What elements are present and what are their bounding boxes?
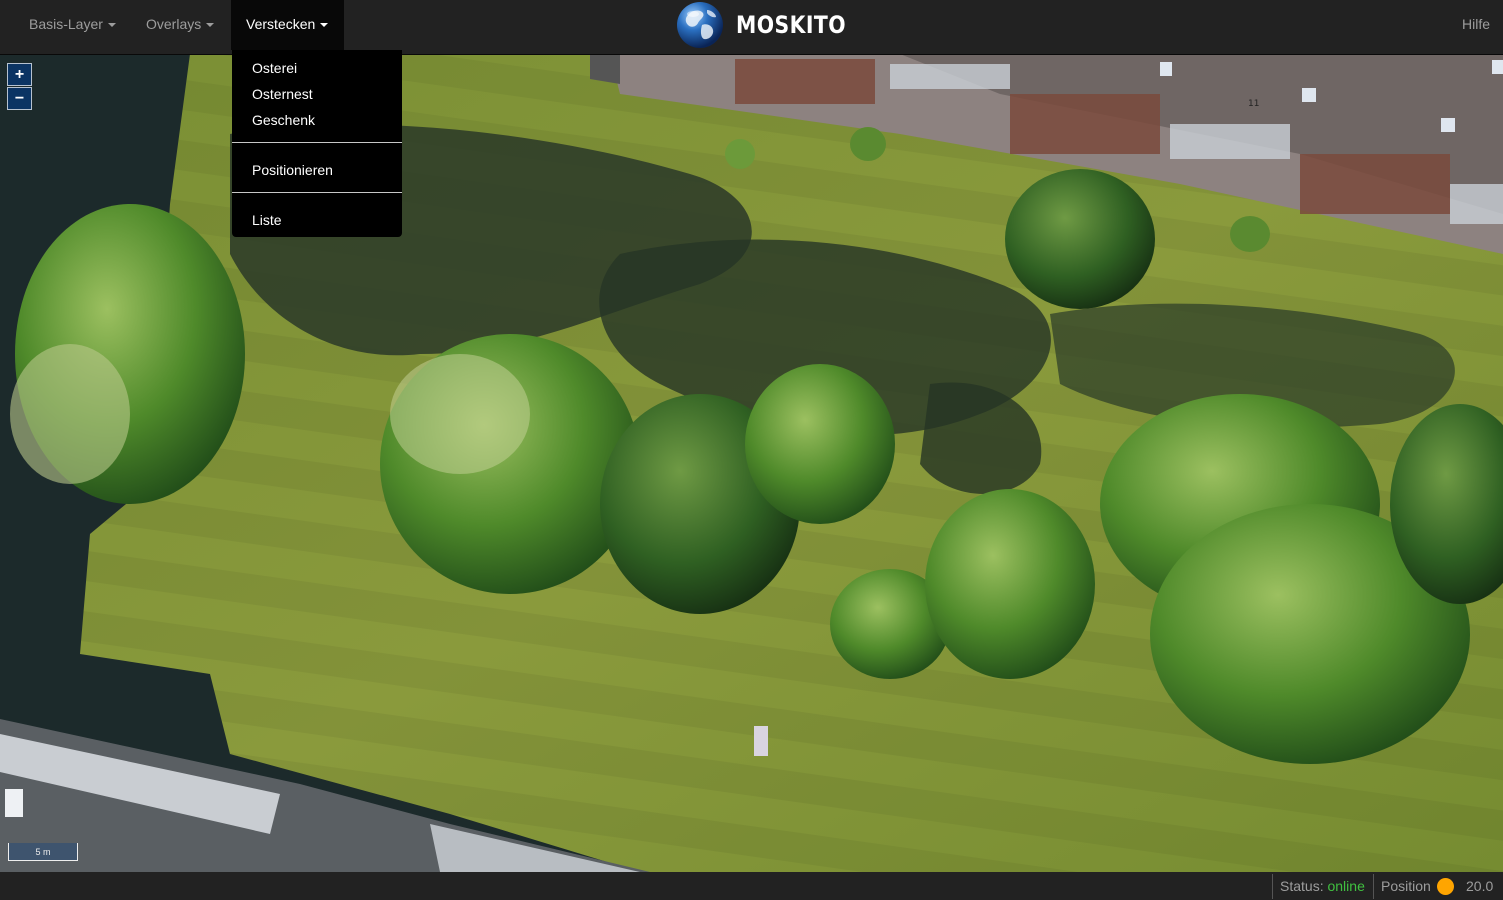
- verstecken-dropdown: Osterei Osternest Geschenk Positionieren…: [232, 50, 402, 237]
- status-value: online: [1327, 878, 1365, 894]
- menu-divider: [232, 142, 402, 143]
- statusbar-divider: [1272, 874, 1273, 899]
- globe-logo-icon: [677, 2, 723, 48]
- zoom-control: + −: [7, 63, 32, 110]
- caret-down-icon: [107, 23, 116, 28]
- menu-item-liste[interactable]: Liste: [252, 212, 282, 228]
- caret-down-icon: [320, 23, 329, 28]
- overlays-menu[interactable]: Overlays: [146, 0, 215, 50]
- status-label: Status:: [1280, 878, 1324, 894]
- help-link[interactable]: Hilfe: [1462, 0, 1490, 48]
- brand-title: MOSKITO: [736, 11, 846, 39]
- menu-item-positionieren[interactable]: Positionieren: [252, 162, 333, 178]
- position-status-dot-icon: [1437, 878, 1454, 895]
- verstecken-menu[interactable]: Verstecken: [231, 0, 344, 50]
- menu-divider: [232, 192, 402, 193]
- position-label[interactable]: Position: [1381, 872, 1431, 900]
- status-indicator: Status: online: [1280, 872, 1365, 900]
- status-bar: Status: online Position 20.0: [0, 872, 1503, 899]
- zoom-out-button[interactable]: −: [7, 87, 32, 110]
- overlays-label: Overlays: [146, 16, 202, 32]
- house-number-label: 11: [1248, 99, 1259, 109]
- menu-item-osternest[interactable]: Osternest: [252, 86, 313, 102]
- position-value: 20.0: [1466, 878, 1494, 894]
- top-navbar: Basis-Layer Overlays Verstecken MOSKITO …: [0, 0, 1503, 55]
- basis-layer-label: Basis-Layer: [29, 16, 103, 32]
- verstecken-label: Verstecken: [246, 16, 316, 32]
- caret-down-icon: [206, 23, 215, 28]
- zoom-in-button[interactable]: +: [7, 63, 32, 86]
- basis-layer-menu[interactable]: Basis-Layer: [29, 0, 116, 50]
- statusbar-divider: [1373, 874, 1374, 899]
- brand[interactable]: MOSKITO: [676, 0, 865, 50]
- menu-item-osterei[interactable]: Osterei: [252, 60, 297, 76]
- map-view[interactable]: 11: [0, 54, 1503, 872]
- menu-item-geschenk[interactable]: Geschenk: [252, 112, 315, 128]
- aerial-imagery: 11: [0, 54, 1503, 872]
- scale-line: 5 m: [8, 843, 78, 861]
